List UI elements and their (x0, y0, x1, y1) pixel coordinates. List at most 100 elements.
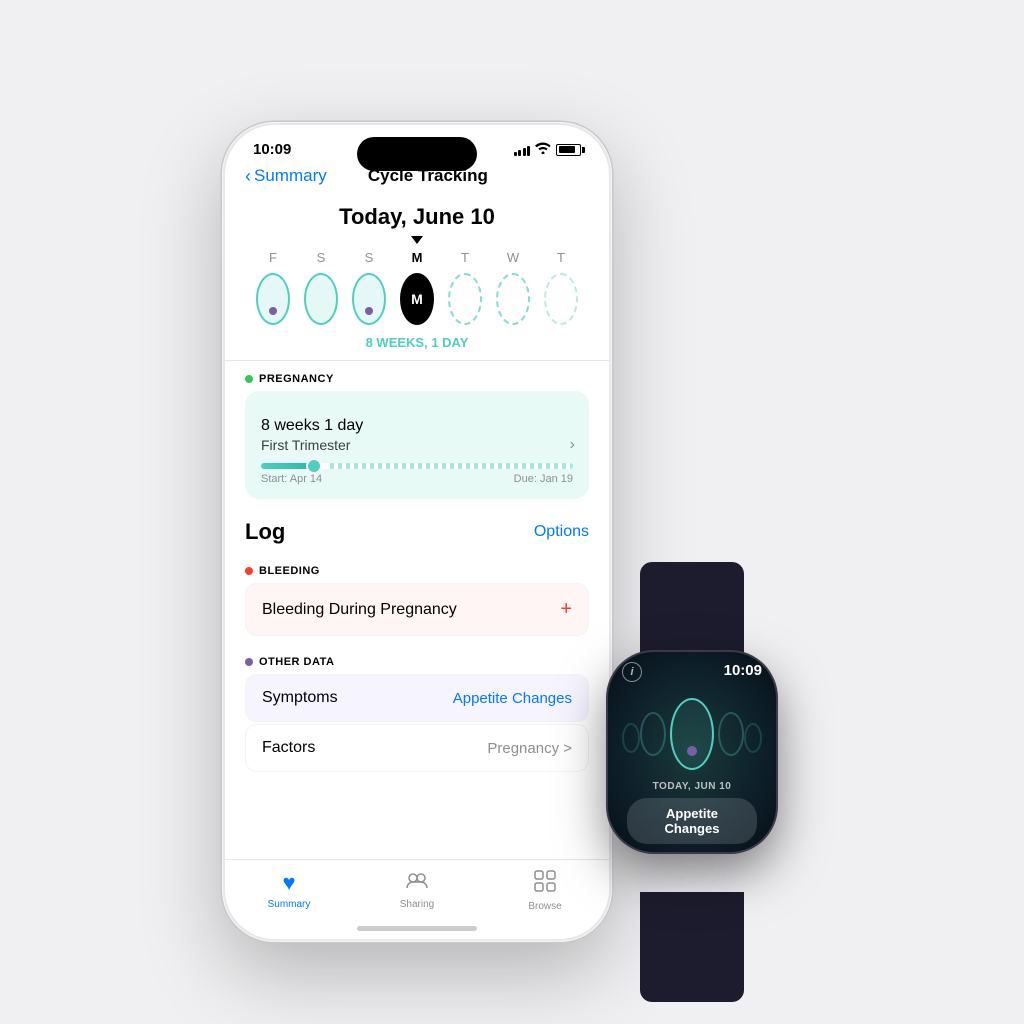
watch-info-icon: i (622, 662, 642, 682)
watch-time: 10:09 (724, 662, 762, 682)
pregnancy-weeks-text: 8 weeks 1 day (261, 405, 573, 437)
progress-track (261, 463, 573, 469)
bleeding-label: BLEEDING (259, 565, 320, 577)
day-m: M (397, 250, 437, 265)
symptoms-label: Symptoms (262, 689, 338, 707)
today-indicator (249, 236, 585, 244)
pregnancy-section-header: PREGNANCY (245, 361, 589, 391)
purple-dot-icon (245, 658, 253, 666)
tab-browse-label: Browse (528, 901, 561, 912)
signal-icon (514, 144, 531, 156)
oval-shape-active: M (400, 273, 434, 325)
status-time: 10:09 (253, 141, 291, 158)
log-options-button[interactable]: Options (534, 523, 589, 541)
log-header: Log Options (245, 507, 589, 553)
back-button[interactable]: ‹ Summary (245, 166, 327, 186)
home-indicator (357, 926, 477, 931)
progress-fill (261, 463, 317, 469)
factors-value: Pregnancy > (487, 740, 572, 757)
apple-watch: i 10:09 TODAY, JUN 10 Appetite Changes (582, 652, 802, 912)
oval-shape-dashed (496, 273, 530, 325)
weeks-num: 8 (261, 417, 270, 434)
bleeding-section-header: BLEEDING (245, 553, 589, 583)
tab-browse[interactable]: Browse (510, 870, 580, 912)
other-data-label: OTHER DATA (259, 656, 334, 668)
main-content: Today, June 10 F S S M T W T (225, 194, 609, 774)
progress-remaining (330, 463, 573, 469)
start-label: Start: Apr 14 (261, 473, 322, 485)
day-f: F (253, 250, 293, 265)
trimester-label: First Trimester (261, 437, 573, 453)
days-unit: day (333, 417, 363, 434)
calendar-ovals-row: M (249, 269, 585, 329)
oval-s1[interactable] (301, 273, 341, 325)
tab-summary[interactable]: ♥ Summary (254, 870, 324, 910)
sharing-icon (405, 870, 429, 896)
day-s2: S (349, 250, 389, 265)
oval-shape-dashed (448, 273, 482, 325)
oval-dot (365, 307, 373, 315)
add-bleeding-icon[interactable]: + (560, 598, 572, 621)
watch-pill: Appetite Changes (627, 798, 756, 844)
pregnancy-card[interactable]: 8 weeks 1 day First Trimester Start: Apr… (245, 391, 589, 499)
bleeding-item[interactable]: Bleeding During Pregnancy + (245, 583, 589, 636)
log-title: Log (245, 519, 285, 545)
scene: 10:09 (82, 82, 942, 942)
day-t2: T (541, 250, 581, 265)
oval-m-today[interactable]: M (397, 273, 437, 325)
calendar-days-row: F S S M T W T (249, 246, 585, 269)
watch-band-bottom (640, 892, 744, 1002)
tab-bar: ♥ Summary Sharing (225, 859, 609, 939)
oval-shape-dashed (544, 273, 578, 325)
watch-status-bar: i 10:09 (616, 662, 768, 682)
oval-f[interactable] (253, 273, 293, 325)
oval-shape (304, 273, 338, 325)
oval-t1[interactable] (445, 273, 485, 325)
factors-item[interactable]: Factors Pregnancy > (245, 724, 589, 772)
heart-icon: ♥ (282, 870, 295, 896)
watch-oval-left (640, 712, 666, 756)
weeks-unit: weeks (270, 417, 324, 434)
chevron-left-icon: ‹ (245, 167, 251, 185)
bleeding-item-label: Bleeding During Pregnancy (262, 601, 457, 619)
oval-w[interactable] (493, 273, 533, 325)
browse-icon (534, 870, 556, 898)
oval-shape (256, 273, 290, 325)
symptoms-value: Appetite Changes (453, 690, 572, 707)
dynamic-island (357, 137, 477, 171)
pregnancy-label: PREGNANCY (259, 373, 334, 385)
red-dot-icon (245, 567, 253, 575)
card-arrow-icon: › (570, 436, 575, 454)
watch-oval-main (670, 698, 714, 770)
status-icons (514, 142, 582, 157)
watch-oval-right-small (744, 723, 762, 753)
today-arrow (411, 236, 423, 244)
other-data-section-header: OTHER DATA (245, 644, 589, 674)
oval-dot (269, 307, 277, 315)
progress-labels: Start: Apr 14 Due: Jan 19 (261, 473, 573, 485)
tab-sharing-label: Sharing (400, 899, 434, 910)
oval-s2[interactable] (349, 273, 389, 325)
pregnancy-weeks-number: 8 weeks 1 day (261, 405, 363, 436)
watch-cycle-area (616, 686, 768, 781)
progress-bar (261, 463, 573, 469)
weeks-label: 8 WEEKS, 1 DAY (249, 329, 585, 360)
factors-label: Factors (262, 739, 315, 757)
green-dot-icon (245, 375, 253, 383)
tab-sharing[interactable]: Sharing (382, 870, 452, 910)
day-w: W (493, 250, 533, 265)
battery-icon (556, 144, 581, 156)
oval-shape (352, 273, 386, 325)
day-s1: S (301, 250, 341, 265)
tab-summary-label: Summary (268, 899, 311, 910)
date-header: Today, June 10 (245, 194, 589, 236)
watch-body: i 10:09 TODAY, JUN 10 Appetite Changes (608, 652, 776, 852)
calendar-strip: F S S M T W T (245, 236, 589, 360)
oval-t2[interactable] (541, 273, 581, 325)
symptoms-item[interactable]: Symptoms Appetite Changes (245, 674, 589, 722)
wifi-icon (535, 142, 551, 157)
watch-screen: i 10:09 TODAY, JUN 10 Appetite Changes (608, 652, 776, 852)
due-label: Due: Jan 19 (514, 473, 573, 485)
days-num: 1 (324, 417, 333, 434)
watch-date: TODAY, JUN 10 (653, 781, 732, 792)
